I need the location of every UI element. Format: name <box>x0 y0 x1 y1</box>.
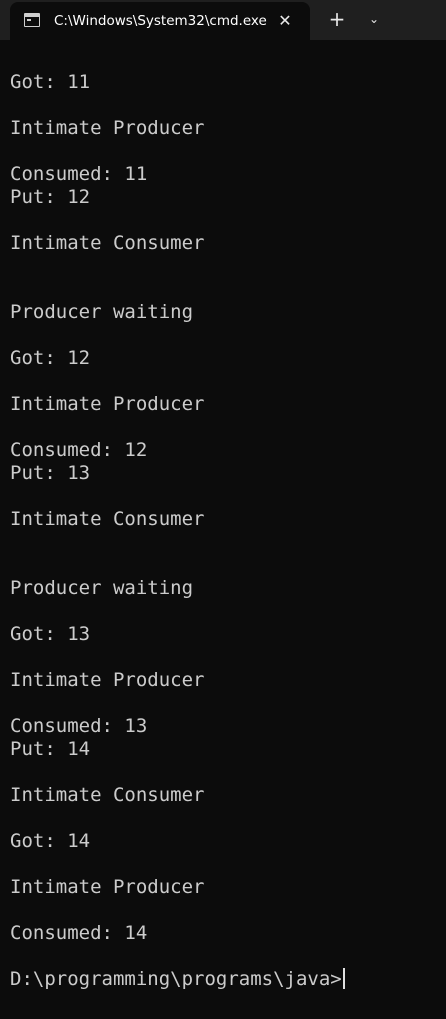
title-bar: C:\Windows\System32\cmd.exe ✕ + ⌄ <box>0 0 446 40</box>
text-cursor <box>342 968 345 989</box>
tab-title: C:\Windows\System32\cmd.exe <box>54 13 267 29</box>
console-line: Intimate Consumer <box>10 232 205 254</box>
console-line: Intimate Producer <box>10 117 205 139</box>
console-line: Got: 14 <box>10 830 91 852</box>
console-line: Intimate Consumer <box>10 784 205 806</box>
console-line: Consumed: 12 <box>10 439 148 461</box>
console-line: Intimate Consumer <box>10 508 205 530</box>
console-line: Producer waiting <box>10 577 194 599</box>
console-line: Consumed: 13 <box>10 715 148 737</box>
console-line: Put: 13 <box>10 462 91 484</box>
tab-cmd[interactable]: C:\Windows\System32\cmd.exe ✕ <box>10 2 310 40</box>
close-tab-icon[interactable]: ✕ <box>274 10 296 32</box>
console-line: Got: 13 <box>10 623 91 645</box>
chevron-down-icon[interactable]: ⌄ <box>360 6 388 32</box>
terminal-window: C:\Windows\System32\cmd.exe ✕ + ⌄ Got: 1… <box>0 0 446 1019</box>
console-line: Intimate Producer <box>10 393 205 415</box>
new-tab-icon[interactable]: + <box>322 6 352 32</box>
console-line: Put: 12 <box>10 186 91 208</box>
command-prompt[interactable]: D:\programming\programs\java> <box>10 968 440 991</box>
console-line: Consumed: 11 <box>10 163 148 185</box>
console-line: Put: 14 <box>10 738 91 760</box>
console-line: Intimate Producer <box>10 876 205 898</box>
cmd-icon <box>24 13 40 27</box>
console-line: Intimate Producer <box>10 669 205 691</box>
console-output[interactable]: Got: 11 Intimate Producer Consumed: 11 Put:… <box>10 71 440 1011</box>
prompt-text: D:\programming\programs\java> <box>10 968 342 990</box>
console-line: Consumed: 14 <box>10 922 148 944</box>
console-line: Got: 11 <box>10 71 91 93</box>
console-line: Got: 12 <box>10 347 91 369</box>
console-line: Producer waiting <box>10 301 194 323</box>
